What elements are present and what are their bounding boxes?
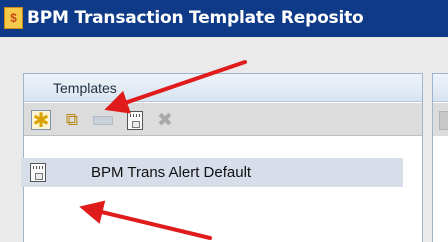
secondary-panel-header bbox=[433, 74, 448, 102]
secondary-toolbar bbox=[433, 103, 448, 136]
list-item[interactable]: BPM Trans Alert Default bbox=[21, 158, 403, 187]
template-properties-button[interactable] bbox=[125, 110, 145, 130]
template-doc-icon bbox=[30, 163, 46, 182]
secondary-toolbar-button[interactable] bbox=[439, 111, 448, 130]
copy-template-button[interactable]: ⧉ bbox=[62, 110, 82, 130]
panel-header: Templates bbox=[24, 74, 422, 102]
list-item-label: BPM Trans Alert Default bbox=[91, 164, 252, 181]
rename-template-button[interactable] bbox=[90, 110, 115, 130]
secondary-panel bbox=[432, 73, 448, 242]
rename-icon bbox=[92, 115, 113, 125]
delete-icon: ✖ bbox=[157, 109, 173, 131]
delete-template-button[interactable]: ✖ bbox=[155, 109, 175, 131]
window-title: BPM Transaction Template Reposito bbox=[27, 8, 364, 28]
copy-icon: ⧉ bbox=[65, 110, 79, 130]
new-icon: ✱ bbox=[32, 108, 50, 132]
title-bar: $ BPM Transaction Template Reposito bbox=[0, 0, 448, 37]
panel-title: Templates bbox=[53, 80, 117, 96]
toolbar: ✱ ⧉ ✖ bbox=[24, 103, 422, 136]
new-template-button[interactable]: ✱ bbox=[31, 108, 51, 132]
app-logo-icon: $ bbox=[4, 7, 23, 29]
template-icon bbox=[127, 110, 143, 130]
